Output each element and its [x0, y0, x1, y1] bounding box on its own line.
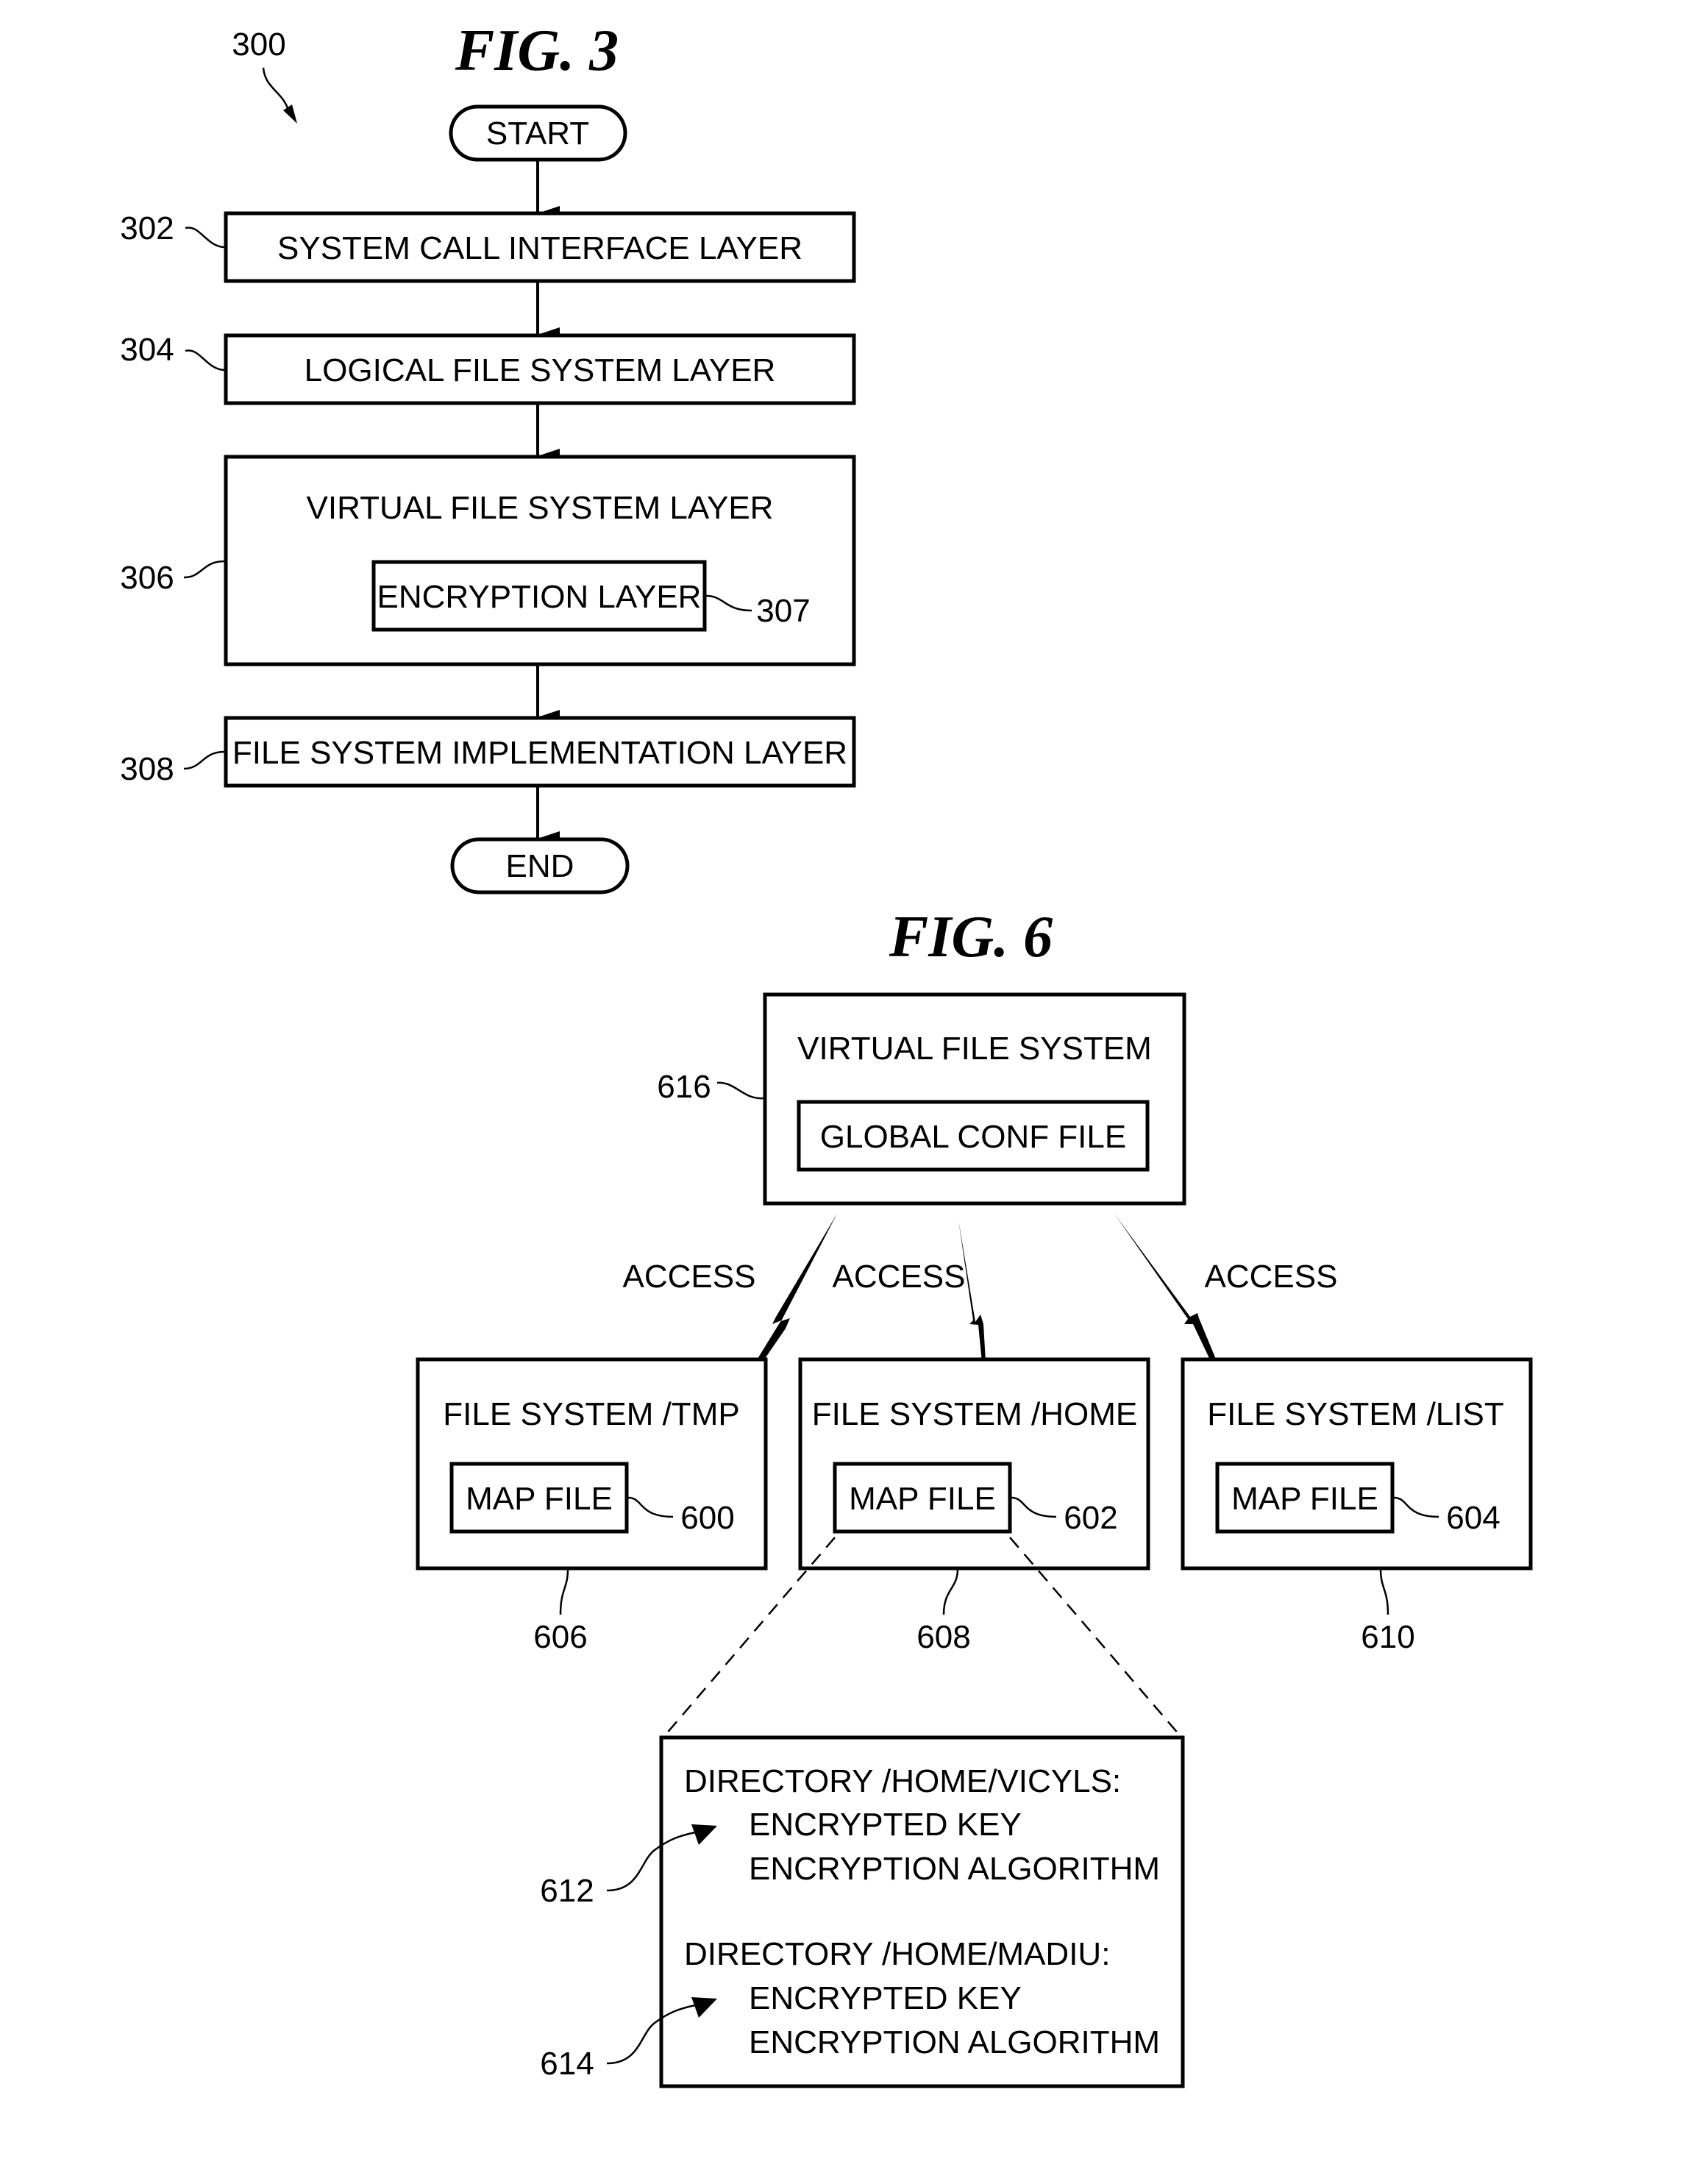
access-label-home: ACCESS	[833, 1259, 966, 1295]
fig6: FIG. 6 VIRTUAL FILE SYSTEM GLOBAL CONF F…	[416, 905, 1533, 2088]
ref-614: 614	[540, 2046, 594, 2082]
layer-304-logical-file-system: LOGICAL FILE SYSTEM LAYER 304	[120, 332, 856, 405]
vfs-label: VIRTUAL FILE SYSTEM	[797, 1031, 1152, 1067]
ref-606: 606	[533, 1619, 587, 1655]
end-terminal: END	[450, 837, 630, 894]
file-system-home-608: FILE SYSTEM /HOME MAP FILE 602 608	[798, 1357, 1150, 1655]
layer-308-label: FILE SYSTEM IMPLEMENTATION LAYER	[232, 735, 847, 771]
start-label: START	[486, 115, 589, 152]
fs-list-label: FILE SYSTEM /LIST	[1207, 1396, 1503, 1432]
layer-308-file-system-implementation: FILE SYSTEM IMPLEMENTATION LAYER 308	[120, 716, 856, 788]
madiu-encryption-algorithm: ENCRYPTION ALGORITHM	[749, 2024, 1160, 2060]
ref-306: 306	[120, 560, 174, 596]
encryption-layer-label: ENCRYPTION LAYER	[377, 579, 702, 615]
directory-madiu: DIRECTORY /HOME/MADIU:	[684, 1936, 1110, 1972]
ref-304: 304	[120, 332, 174, 368]
global-conf-file-label: GLOBAL CONF FILE	[820, 1119, 1126, 1155]
layer-306-virtual-file-system: VIRTUAL FILE SYSTEM LAYER 306 ENCRYPTION…	[120, 455, 856, 666]
vicyls-encryption-algorithm: ENCRYPTION ALGORITHM	[749, 1851, 1160, 1887]
ref-307: 307	[756, 593, 810, 629]
ref-616: 616	[657, 1069, 711, 1105]
fs-tmp-label: FILE SYSTEM /TMP	[443, 1396, 739, 1432]
map-file-604-label: MAP FILE	[1231, 1481, 1378, 1517]
ref-602: 602	[1064, 1500, 1117, 1536]
ref-308-leader	[183, 750, 225, 770]
fs-home-label: FILE SYSTEM /HOME	[812, 1396, 1138, 1432]
ref-612: 612	[540, 1873, 594, 1909]
file-system-list-610: FILE SYSTEM /LIST MAP FILE 604 610	[1181, 1357, 1533, 1655]
ref-304-leader	[185, 349, 225, 371]
end-label: END	[506, 848, 574, 884]
ref-604: 604	[1446, 1500, 1500, 1536]
ref-610: 610	[1361, 1619, 1414, 1655]
start-terminal: START	[449, 104, 627, 162]
access-label-list: ACCESS	[1205, 1259, 1338, 1295]
ref-606-leader	[559, 1568, 569, 1615]
ref-616-leader	[716, 1081, 764, 1100]
fig6-title: FIG. 6	[889, 905, 1053, 970]
ref-610-leader	[1379, 1568, 1389, 1615]
ref-306-leader	[183, 560, 225, 579]
ref-308: 308	[120, 751, 174, 787]
fig3-title: FIG. 3	[455, 18, 619, 83]
ref-608: 608	[916, 1619, 970, 1655]
ref-300-arrowhead	[283, 104, 297, 124]
layer-306-label: VIRTUAL FILE SYSTEM LAYER	[307, 490, 774, 526]
ref-302-leader	[185, 227, 225, 249]
file-system-tmp-606: FILE SYSTEM /TMP MAP FILE 600 606	[416, 1357, 768, 1655]
patent-figure-sheet: FIG. 3 300 START SYSTEM CALL INTERFACE L…	[120, 18, 1533, 2088]
vicyls-encrypted-key: ENCRYPTED KEY	[749, 1807, 1022, 1843]
layer-302-label: SYSTEM CALL INTERFACE LAYER	[277, 230, 802, 266]
directory-vicyls: DIRECTORY /HOME/VICYLS:	[684, 1763, 1121, 1799]
virtual-file-system-616: VIRTUAL FILE SYSTEM GLOBAL CONF FILE 616	[657, 992, 1186, 1206]
madiu-encrypted-key: ENCRYPTED KEY	[749, 1980, 1022, 2016]
fig3-ref-300: 300	[232, 26, 285, 63]
map-file-600-label: MAP FILE	[466, 1481, 613, 1517]
map-file-detail-box: DIRECTORY /HOME/VICYLS: ENCRYPTED KEY EN…	[540, 1735, 1185, 2088]
ref-302: 302	[120, 210, 174, 246]
ref-600: 600	[680, 1500, 734, 1536]
fig3: FIG. 3 300 START SYSTEM CALL INTERFACE L…	[120, 18, 856, 894]
layer-304-label: LOGICAL FILE SYSTEM LAYER	[305, 352, 776, 388]
access-label-tmp: ACCESS	[623, 1259, 756, 1295]
layer-302-system-call-interface: SYSTEM CALL INTERFACE LAYER 302	[120, 210, 856, 283]
ref-608-leader	[942, 1568, 959, 1615]
map-file-602-label: MAP FILE	[849, 1481, 996, 1517]
